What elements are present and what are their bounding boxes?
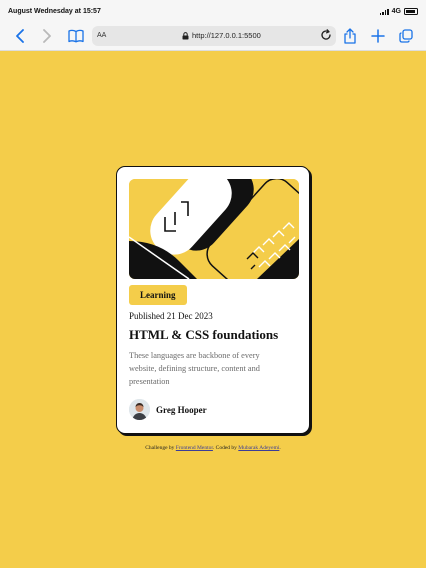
attribution: Challenge by Frontend Mentor. Coded by M… [0, 445, 426, 451]
lock-icon [182, 31, 189, 39]
plus-icon [371, 29, 385, 43]
network-label: 4G [391, 8, 401, 15]
address-bar[interactable]: AA http://127.0.0.1:5500 [92, 26, 336, 46]
browser-toolbar: AA http://127.0.0.1:5500 [0, 22, 426, 51]
category-tag: Learning [129, 285, 187, 305]
reload-icon [321, 29, 331, 40]
bookmarks-button[interactable] [67, 27, 85, 45]
chevron-left-icon [16, 29, 24, 43]
signal-icon [379, 8, 389, 15]
author-info: Greg Hooper [129, 399, 207, 420]
forward-button[interactable] [38, 27, 56, 45]
card-title[interactable]: HTML & CSS foundations [129, 327, 278, 343]
chevron-right-icon [43, 29, 51, 43]
illustration-graphic [129, 179, 299, 279]
status-bar: August Wednesday at 15:57 4G [0, 0, 426, 22]
status-indicators: 4G [379, 8, 418, 15]
author-name: Greg Hooper [156, 404, 207, 415]
share-icon [344, 28, 356, 44]
frontend-mentor-link[interactable]: Frontend Mentor [176, 445, 213, 451]
coder-link[interactable]: Mubarak Adeyemi [238, 445, 279, 451]
avatar [129, 399, 150, 420]
blog-card: Learning Published 21 Dec 2023 HTML & CS… [116, 166, 310, 434]
battery-icon [404, 8, 418, 15]
reload-button[interactable] [319, 28, 333, 44]
attribution-suffix: . [279, 445, 281, 451]
text-size-button[interactable]: AA [97, 32, 106, 39]
tabs-icon [399, 29, 413, 43]
url-text: http://127.0.0.1:5500 [192, 31, 261, 40]
share-button[interactable] [341, 27, 359, 45]
card-description: These languages are backbone of every we… [129, 351, 260, 386]
back-button[interactable] [11, 27, 29, 45]
attribution-middle: . Coded by [212, 445, 237, 451]
new-tab-button[interactable] [369, 27, 387, 45]
card-illustration [129, 179, 299, 279]
url-display: http://127.0.0.1:5500 [182, 31, 261, 40]
tabs-button[interactable] [397, 27, 415, 45]
published-date: Published 21 Dec 2023 [129, 311, 213, 321]
status-time: August Wednesday at 15:57 [8, 8, 101, 15]
book-icon [68, 29, 84, 43]
attribution-prefix: Challenge by [145, 445, 175, 451]
avatar-image [129, 399, 150, 420]
